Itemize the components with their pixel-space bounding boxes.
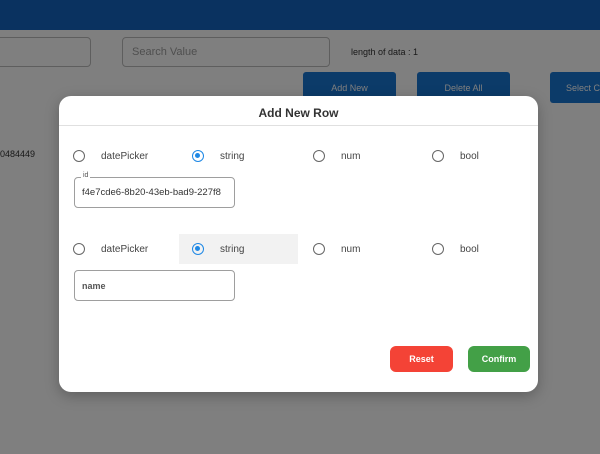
name-field-placeholder: name [82, 281, 106, 291]
radio-circle-icon[interactable] [432, 150, 444, 162]
title-divider [59, 125, 538, 126]
reset-button[interactable]: Reset [390, 346, 453, 372]
id-field[interactable]: id f4e7cde6-8b20-43eb-bad9-227f8 [74, 172, 235, 208]
radio-circle-icon[interactable] [313, 150, 325, 162]
radio-checked-icon[interactable] [192, 243, 204, 255]
radio-label: datePicker [101, 150, 149, 162]
radio-label: bool [460, 150, 479, 162]
name-field[interactable]: name [74, 270, 235, 301]
radio-datepicker[interactable]: datePicker [73, 141, 148, 171]
radio-label: string [220, 243, 245, 255]
radio-label: bool [460, 243, 479, 255]
add-row-dialog: Add New Row datePicker string num bool i… [59, 96, 538, 392]
radio-label: string [220, 150, 245, 162]
radio-string[interactable]: string [192, 141, 244, 171]
radio-circle-icon[interactable] [313, 243, 325, 255]
radio-num[interactable]: num [313, 234, 360, 264]
id-field-label: id [81, 172, 91, 179]
radio-bool[interactable]: bool [432, 141, 479, 171]
dialog-title: Add New Row [258, 106, 339, 120]
radio-label: num [341, 150, 361, 162]
radio-label: datePicker [101, 243, 149, 255]
radio-circle-icon[interactable] [73, 150, 85, 162]
radio-string[interactable]: string [179, 234, 298, 264]
type-radio-group: datePicker string num bool [59, 141, 538, 171]
radio-datepicker[interactable]: datePicker [73, 234, 148, 264]
id-field-value[interactable]: f4e7cde6-8b20-43eb-bad9-227f8 [82, 187, 232, 198]
radio-circle-icon[interactable] [432, 243, 444, 255]
type-radio-group: datePicker string num bool [59, 234, 538, 264]
radio-circle-icon[interactable] [73, 243, 85, 255]
radio-checked-icon[interactable] [192, 150, 204, 162]
radio-label: num [341, 243, 361, 255]
radio-bool[interactable]: bool [432, 234, 479, 264]
confirm-button[interactable]: Confirm [468, 346, 530, 372]
radio-num[interactable]: num [313, 141, 360, 171]
